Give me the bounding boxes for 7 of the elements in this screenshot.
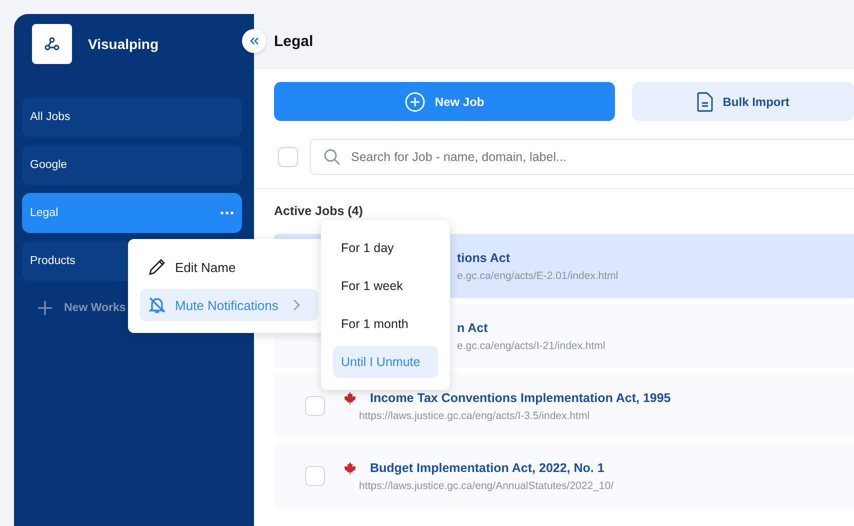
brand-name: Visualping — [88, 36, 159, 52]
job-url: https://laws.justice.gc.ca/eng/acts/I-3.5/index.html — [359, 410, 591, 422]
page-title: Legal — [274, 32, 314, 50]
job-url: e.gc.ca/eng/acts/E-2.01/index.html — [457, 270, 618, 282]
job-url: https://laws.justice.gc.ca/eng/AnnualStatutes/2022_10/ — [359, 480, 614, 492]
section-title: Active Jobs (4) — [274, 204, 364, 218]
job-url: e.gc.ca/eng/acts/I-21/index.html — [457, 340, 606, 352]
